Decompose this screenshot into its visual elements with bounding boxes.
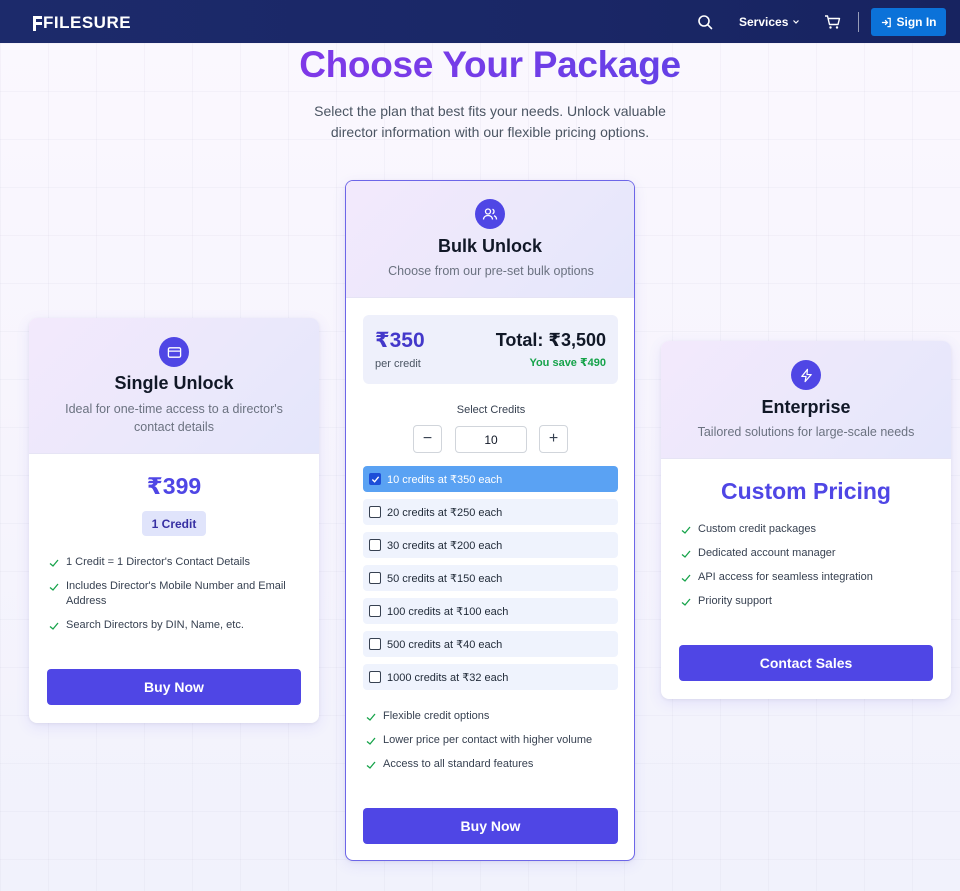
single-unlock-card: Single Unlock Ideal for one-time access …: [29, 318, 319, 723]
per-credit-price: ₹350: [375, 329, 425, 352]
check-icon: [366, 713, 376, 721]
bulk-card-title: Bulk Unlock: [437, 236, 543, 256]
page-subtitle: Select the plan that best fits your need…: [314, 103, 666, 140]
credit-option-label: 20 credits at ₹250 each: [387, 506, 503, 519]
quantity-input[interactable]: 10: [455, 426, 527, 453]
feature-item: Dedicated account manager: [680, 546, 935, 561]
users-icon: [475, 199, 505, 229]
enterprise-card-header: Enterprise Tailored solutions for large-…: [661, 341, 951, 459]
price-summary: ₹350 per credit Total: ₹3,500 You save ₹…: [363, 315, 618, 384]
feature-text: 1 Credit = 1 Director's Contact Details: [66, 556, 250, 568]
total-price: Total: ₹3,500: [495, 330, 606, 350]
single-card-header: Single Unlock Ideal for one-time access …: [29, 318, 319, 454]
bulk-unlock-card: Bulk Unlock Choose from our pre-set bulk…: [345, 180, 635, 861]
feature-text: Custom credit packages: [698, 523, 816, 535]
sign-in-icon: [881, 17, 891, 27]
feature-item: API access for seamless integration: [680, 570, 935, 585]
feature-item: 1 Credit = 1 Director's Contact Details: [48, 555, 303, 570]
logo-text: FILESURE: [43, 13, 132, 32]
nav-divider: [858, 12, 859, 32]
feature-item: Flexible credit options: [365, 709, 620, 724]
credit-option-label: 100 credits at ₹100 each: [387, 605, 509, 618]
feature-item: Search Directors by DIN, Name, etc.: [48, 618, 303, 633]
chevron-down-icon: [793, 20, 800, 24]
contact-sales-button[interactable]: Contact Sales: [679, 645, 933, 681]
checkbox[interactable]: [369, 473, 381, 485]
savings-label: You save ₹490: [529, 357, 606, 369]
feature-text: Includes Director's Mobile Number and Em…: [66, 580, 286, 607]
search-icon[interactable]: [697, 14, 713, 30]
credit-option[interactable]: 30 credits at ₹200 each: [363, 532, 618, 558]
check-icon: [681, 550, 691, 558]
enterprise-card-description: Tailored solutions for large-scale needs: [697, 425, 915, 439]
increment-button[interactable]: +: [539, 425, 568, 453]
single-card-title: Single Unlock: [114, 373, 234, 393]
credit-option-label: 10 credits at ₹350 each: [387, 473, 503, 486]
bulk-buy-now-button[interactable]: Buy Now: [363, 808, 618, 844]
check-icon: [371, 475, 379, 483]
lightning-icon: [791, 360, 821, 390]
feature-text: Flexible credit options: [383, 710, 490, 722]
enterprise-card: Enterprise Tailored solutions for large-…: [661, 341, 951, 699]
navbar: FILESURE Services Sign In: [0, 0, 960, 43]
page-title: Choose Your Package: [0, 44, 960, 86]
credit-option-label: 50 credits at ₹150 each: [387, 572, 503, 585]
feature-text: Lower price per contact with higher volu…: [383, 734, 593, 746]
feature-text: Search Directors by DIN, Name, etc.: [66, 619, 244, 631]
credit-option[interactable]: 500 credits at ₹40 each: [363, 631, 618, 657]
decrement-button[interactable]: −: [413, 425, 442, 453]
check-icon: [49, 583, 59, 591]
checkbox[interactable]: [369, 539, 381, 551]
checkbox[interactable]: [369, 605, 381, 617]
sign-in-label: Sign In: [896, 15, 937, 29]
check-icon: [366, 761, 376, 769]
bulk-card-description: Choose from our pre-set bulk options: [388, 264, 594, 278]
credit-badge: 1 Credit: [142, 511, 206, 536]
check-icon: [681, 574, 691, 582]
credit-option[interactable]: 20 credits at ₹250 each: [363, 499, 618, 525]
credit-option[interactable]: 50 credits at ₹150 each: [363, 565, 618, 591]
feature-text: Priority support: [698, 595, 772, 607]
single-card-description: Ideal for one-time access to a director'…: [65, 402, 283, 434]
check-icon: [366, 737, 376, 745]
single-price: ₹399: [146, 473, 202, 499]
feature-text: Access to all standard features: [383, 758, 534, 770]
per-credit-label: per credit: [375, 358, 421, 370]
services-label: Services: [739, 15, 789, 29]
feature-item: Access to all standard features: [365, 757, 620, 772]
logo[interactable]: FILESURE: [33, 13, 131, 33]
checkbox[interactable]: [369, 638, 381, 650]
custom-pricing-label: Custom Pricing: [721, 478, 891, 504]
checkbox[interactable]: [369, 671, 381, 683]
select-credits-label: Select Credits: [456, 404, 526, 416]
bulk-card-header: Bulk Unlock Choose from our pre-set bulk…: [346, 181, 634, 298]
credit-option-label: 500 credits at ₹40 each: [387, 638, 503, 651]
feature-item: Priority support: [680, 594, 935, 609]
feature-text: Dedicated account manager: [698, 547, 836, 559]
check-icon: [49, 622, 59, 630]
credit-card-icon: [159, 337, 189, 367]
credit-option[interactable]: 10 credits at ₹350 each: [363, 466, 618, 492]
sign-in-button[interactable]: Sign In: [871, 8, 946, 36]
feature-item: Custom credit packages: [680, 522, 935, 537]
services-menu[interactable]: Services: [739, 15, 800, 29]
feature-item: Lower price per contact with higher volu…: [365, 733, 620, 748]
checkbox[interactable]: [369, 506, 381, 518]
check-icon: [681, 526, 691, 534]
logo-mark: [33, 15, 43, 31]
single-buy-now-button[interactable]: Buy Now: [47, 669, 301, 705]
feature-item: Includes Director's Mobile Number and Em…: [48, 579, 303, 609]
credit-option-label: 1000 credits at ₹32 each: [387, 671, 509, 684]
credit-option[interactable]: 100 credits at ₹100 each: [363, 598, 618, 624]
credit-option-label: 30 credits at ₹200 each: [387, 539, 503, 552]
cart-icon[interactable]: [824, 14, 841, 30]
feature-text: API access for seamless integration: [698, 571, 873, 583]
check-icon: [49, 559, 59, 567]
checkbox[interactable]: [369, 572, 381, 584]
check-icon: [681, 598, 691, 606]
enterprise-card-title: Enterprise: [761, 397, 851, 417]
credit-option[interactable]: 1000 credits at ₹32 each: [363, 664, 618, 690]
